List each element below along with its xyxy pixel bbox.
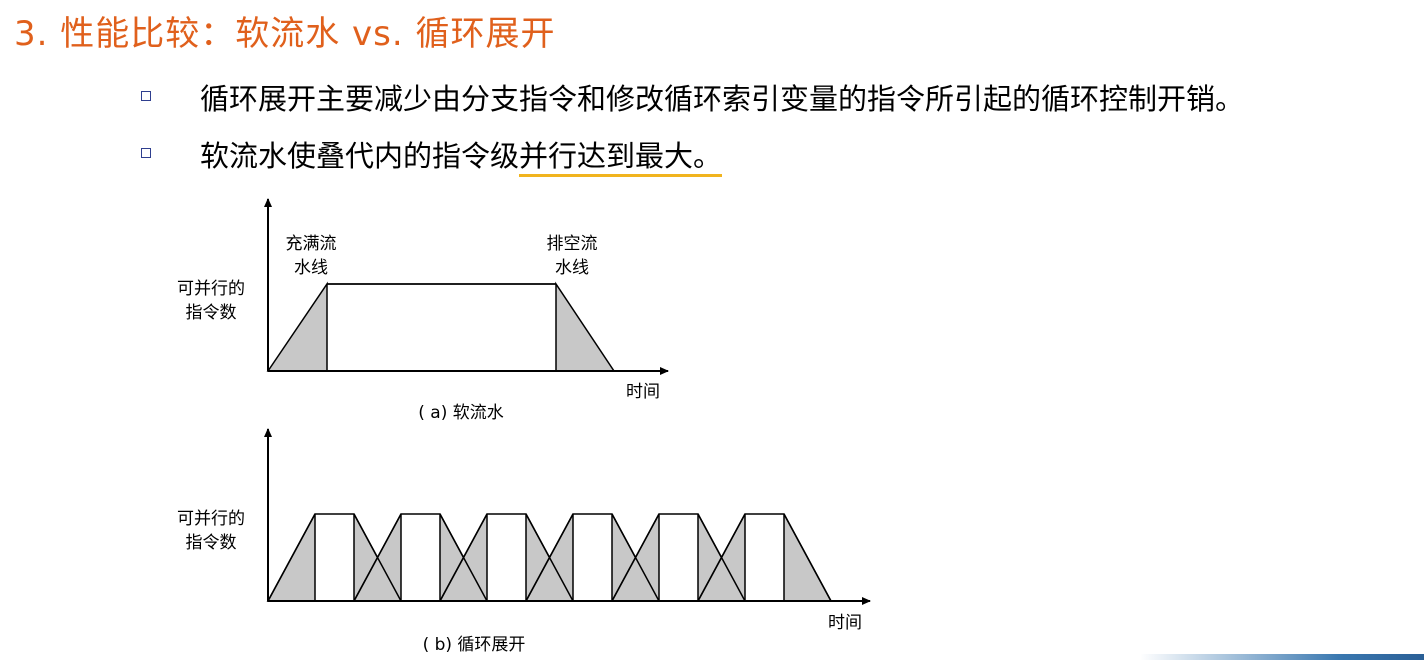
drain-label-line1: 排空流 [547, 234, 598, 254]
fill-label-line1: 充满流 [286, 234, 337, 254]
fill-label-line2: 水线 [294, 258, 328, 278]
caption-b: ( b) 循环展开 [423, 635, 526, 655]
drain-label-line2: 水线 [555, 258, 589, 278]
drain-pipeline-shade [555, 281, 616, 372]
diagram-b-loop-unrolling: 可并行的 指令数 时间 ( b) 循环展开 [177, 428, 871, 655]
diagram-a-software-pipelining: 充满流 水线 排空流 水线 可并行的 指令数 时间 ( a) 软流水 [177, 198, 669, 423]
x-axis-label: 时间 [828, 613, 862, 633]
unrolled-iterations [266, 513, 833, 602]
diagram-canvas: 充满流 水线 排空流 水线 可并行的 指令数 时间 ( a) 软流水 可并行的 … [177, 198, 871, 655]
y-axis-label-line1: 可并行的 [177, 509, 245, 529]
y-axis-label-line2: 指令数 [186, 533, 237, 553]
y-axis-label-line2: 指令数 [186, 303, 237, 323]
decorative-bar [1140, 654, 1424, 660]
y-axis-label-line1: 可并行的 [177, 279, 245, 299]
caption-a: ( a) 软流水 [418, 403, 504, 423]
fill-pipeline-shade [266, 281, 328, 372]
x-axis-label: 时间 [626, 382, 660, 402]
